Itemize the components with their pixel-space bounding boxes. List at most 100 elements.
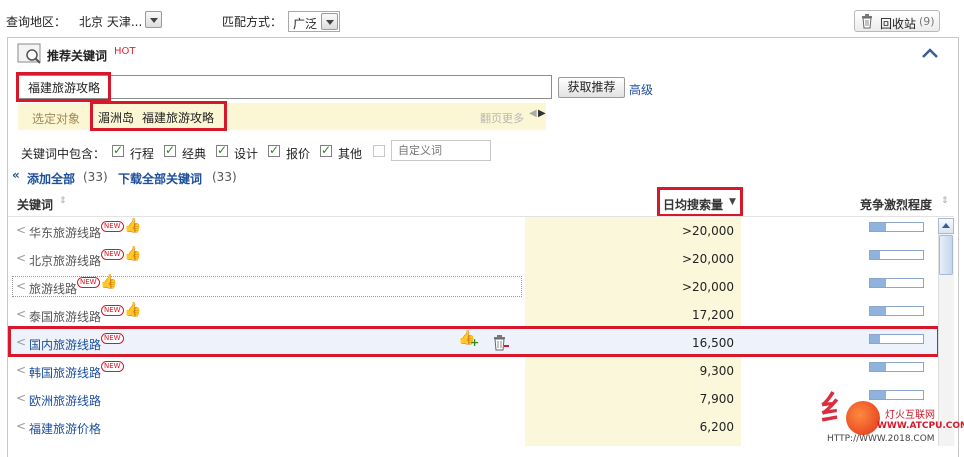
thumbs-up-icon: 👍: [124, 302, 142, 318]
search-volume-value: 6,200: [699, 420, 734, 434]
region-value[interactable]: 北京 天津...: [79, 13, 142, 30]
new-badge: NEW: [101, 249, 124, 260]
filter-option-label: 设计: [234, 147, 259, 161]
new-badge: NEW: [101, 361, 124, 372]
thumbs-up-icon: 👍: [100, 274, 118, 290]
selected-label: 选定对象: [32, 112, 81, 126]
filter-checkbox-classic[interactable]: [164, 143, 176, 157]
get-recommendation-button[interactable]: 获取推荐: [558, 77, 625, 98]
next-page-icon[interactable]: ▶: [538, 108, 546, 119]
add-to-favorites-icon[interactable]: 👍 +: [458, 330, 479, 349]
sort-icon[interactable]: ⇕: [59, 196, 67, 206]
keyword-text: 福建旅游价格: [29, 422, 102, 436]
table-row-hovered[interactable]: < 国内旅游线路 NEW 👍 + 16,500: [8, 329, 938, 357]
competition-bar: [869, 250, 924, 260]
recycle-bin-button[interactable]: 回收站 (9): [854, 10, 940, 32]
match-value: 广泛: [293, 17, 318, 31]
table-row[interactable]: < 北京旅游线路 NEW 👍 >20,000: [8, 245, 938, 273]
custom-word-input[interactable]: [391, 140, 491, 161]
search-volume-value: 7,900: [699, 392, 734, 406]
filter-checkbox-custom[interactable]: [373, 145, 385, 157]
table-row[interactable]: < 福建旅游价格 6,200: [8, 413, 938, 441]
download-all-link[interactable]: 下载全部关键词: [118, 170, 202, 187]
filter-option-label: 经典: [182, 147, 207, 161]
prev-page-icon[interactable]: ◀: [529, 108, 537, 119]
table-row[interactable]: < 韩国旅游线路 NEW 9,300: [8, 357, 938, 385]
keyword-search-input[interactable]: [17, 75, 552, 99]
download-count: (33): [212, 170, 237, 184]
competition-bar: [869, 390, 924, 400]
top-toolbar: 查询地区： 北京 天津... 匹配方式： 广泛 回收站 (9): [0, 0, 964, 36]
selected-item[interactable]: 湄洲岛: [98, 109, 134, 126]
keyword-text: 国内旅游线路: [29, 338, 102, 352]
table-row[interactable]: < 欧洲旅游线路 7,900: [8, 385, 938, 413]
keyword-tool-icon: [17, 43, 41, 64]
collapse-icon[interactable]: [922, 48, 938, 58]
scrollbar-thumb[interactable]: [939, 235, 953, 275]
column-header-keyword[interactable]: 关键词: [17, 196, 53, 213]
match-label: 匹配方式：: [222, 15, 283, 29]
watermark-line1: 灯火互联网: [885, 410, 935, 421]
keyword-text: 欧洲旅游线路: [29, 394, 102, 408]
keyword-text: 泰国旅游线路: [29, 310, 102, 324]
hot-badge: HOT: [114, 46, 136, 57]
table-row[interactable]: < 旅游线路 NEW 👍 >20,000: [8, 273, 938, 301]
search-volume-value: 9,300: [699, 364, 734, 378]
add-all-link[interactable]: 添加全部: [27, 170, 75, 187]
keyword-text: 韩国旅游线路: [29, 366, 102, 380]
chevron-left-icon[interactable]: <: [16, 279, 26, 293]
watermark-logo-icon: [846, 401, 880, 435]
new-badge: NEW: [101, 221, 124, 232]
filter-checkbox-design[interactable]: [216, 143, 228, 157]
competition-bar: [869, 222, 924, 232]
competition-bar: [869, 362, 924, 372]
panel-title: 推荐关键词: [47, 49, 108, 63]
column-header-search-volume[interactable]: 日均搜索量: [663, 196, 723, 213]
filter-label: 关键词中包含：: [21, 147, 106, 161]
new-badge: NEW: [77, 277, 100, 288]
thumbs-up-icon: 👍: [124, 246, 142, 262]
filter-checkbox-other[interactable]: [320, 143, 332, 157]
filter-option-label: 其他: [338, 147, 363, 161]
search-volume-value: >20,000: [681, 252, 734, 266]
search-volume-value: 16,500: [692, 336, 734, 350]
selected-objects-bar: 选定对象 湄洲岛 福建旅游攻略 翻页更多 ◀ ▶: [18, 103, 546, 130]
filter-option-label: 报价: [286, 147, 311, 161]
page-more-link[interactable]: 翻页更多: [480, 110, 524, 126]
new-badge: NEW: [101, 333, 124, 344]
keyword-text: 旅游线路: [29, 282, 78, 296]
sort-desc-icon[interactable]: ▼: [729, 197, 736, 207]
region-label: 查询地区：: [6, 15, 67, 29]
chevron-left-icon[interactable]: <: [16, 419, 26, 433]
match-dropdown-button[interactable]: [321, 13, 338, 30]
scroll-up-button[interactable]: [938, 218, 954, 234]
search-volume-value: 17,200: [692, 308, 734, 322]
chevron-left-icon[interactable]: <: [16, 223, 26, 237]
advanced-link[interactable]: 高级: [629, 81, 653, 98]
chevron-left-icon[interactable]: <: [16, 363, 26, 377]
column-header-competition[interactable]: 竞争激烈程度: [860, 196, 932, 213]
selected-item[interactable]: 福建旅游攻略: [142, 109, 214, 126]
sort-icon[interactable]: ⇕: [941, 196, 949, 206]
table-row[interactable]: < 华东旅游线路 NEW 👍 >20,000: [8, 217, 938, 245]
table-row[interactable]: < 泰国旅游线路 NEW 👍 17,200: [8, 301, 938, 329]
thumbs-up-icon: 👍: [124, 218, 142, 234]
chevron-left-icon[interactable]: <: [16, 335, 26, 349]
chevron-left-icon[interactable]: <: [16, 251, 26, 265]
competition-bar: [869, 278, 924, 288]
region-dropdown-button[interactable]: [145, 11, 162, 28]
filter-checkbox-itinerary[interactable]: [112, 143, 124, 157]
search-volume-value: >20,000: [681, 280, 734, 294]
watermark-line2: WWW.ATCPU.COM: [877, 421, 964, 431]
watermark-line3: HTTP://WWW.2018.COM: [827, 434, 935, 444]
chevron-left-icon[interactable]: <: [16, 391, 26, 405]
add-all-count: (33): [83, 170, 108, 184]
chevron-left-icon[interactable]: <: [16, 307, 26, 321]
keyword-text: 北京旅游线路: [29, 254, 102, 268]
filter-option-label: 行程: [130, 147, 155, 161]
delete-trash-icon[interactable]: [492, 334, 510, 352]
filter-checkbox-price[interactable]: [268, 143, 280, 157]
search-volume-value: >20,000: [681, 224, 734, 238]
trash-icon: [862, 14, 872, 29]
match-select[interactable]: 广泛: [288, 11, 340, 32]
